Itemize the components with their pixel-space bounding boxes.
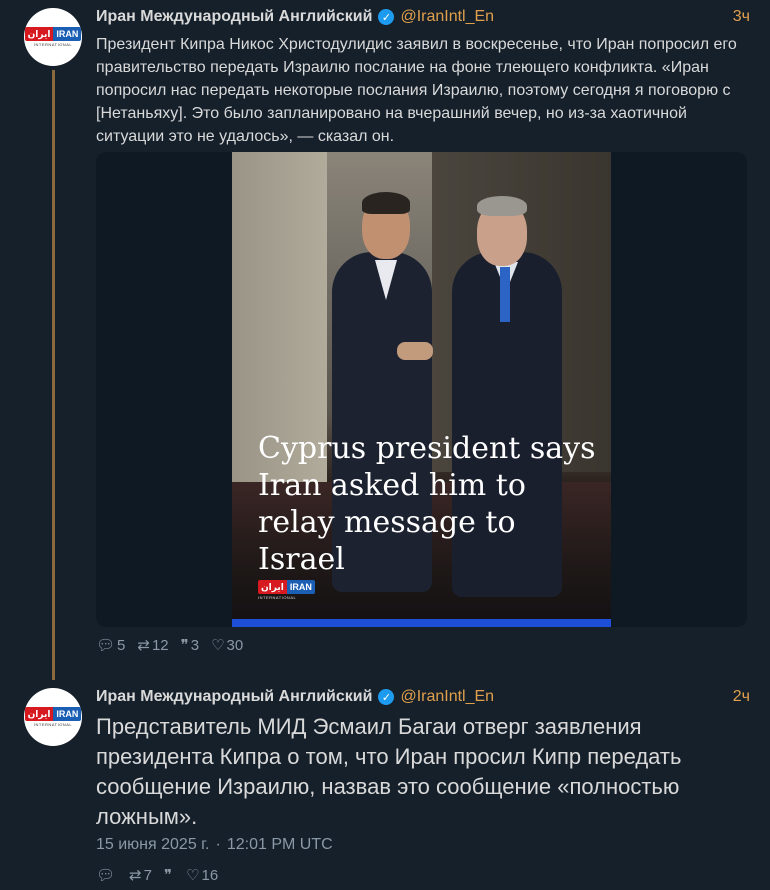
retweet-count: 7 bbox=[143, 866, 152, 884]
reply-button[interactable]: 💬︎ 5 bbox=[96, 636, 126, 655]
retweet-icon: ⇄ bbox=[137, 637, 150, 654]
tweet-date[interactable]: 15 июня 2025 г. · 12:01 PM UTC bbox=[96, 836, 333, 854]
author-handle[interactable]: @IranIntl_En bbox=[400, 688, 494, 706]
tweet-time-value: 12:01 PM UTC bbox=[226, 836, 333, 853]
iran-international-logo: ایران IRAN INTERNATIONAL bbox=[24, 707, 82, 727]
person-right-tie bbox=[500, 267, 510, 322]
quote-button[interactable]: ❞ bbox=[164, 866, 174, 884]
tweet-timestamp[interactable]: 3ч bbox=[733, 8, 750, 26]
media-accent-bar bbox=[232, 619, 611, 627]
tweet-text: Представитель МИД Эсмаил Багаи отверг за… bbox=[96, 714, 682, 829]
tweet-timestamp[interactable]: 2ч bbox=[733, 688, 750, 706]
person-left-hair bbox=[362, 192, 410, 214]
heart-icon: ♡ bbox=[186, 867, 200, 884]
quote-count: 3 bbox=[190, 636, 200, 654]
author-name[interactable]: Иран Международный Английский bbox=[96, 8, 372, 26]
tweet-header: Иран Международный Английский ✓ @IranInt… bbox=[96, 6, 750, 28]
like-button[interactable]: ♡ 30 bbox=[211, 636, 244, 655]
reply-count: 5 bbox=[117, 636, 126, 654]
author-handle[interactable]: @IranIntl_En bbox=[400, 8, 494, 26]
heart-icon: ♡ bbox=[211, 637, 225, 654]
like-button[interactable]: ♡ 16 bbox=[186, 866, 219, 885]
speech-bubble-icon: 💬︎ bbox=[96, 867, 116, 884]
like-count: 30 bbox=[226, 636, 244, 654]
tweet-date-value: 15 июня 2025 г. bbox=[96, 836, 210, 853]
speech-bubble-icon: 💬︎ bbox=[96, 637, 116, 654]
date-separator: · bbox=[215, 836, 221, 853]
verified-badge-icon: ✓ bbox=[378, 689, 395, 705]
media-headline: Cyprus president says Iran asked him to … bbox=[258, 431, 596, 577]
author-name[interactable]: Иран Международный Английский bbox=[96, 688, 372, 706]
tweet-header: Иран Международный Английский ✓ @IranInt… bbox=[96, 686, 750, 708]
handshake bbox=[397, 342, 433, 360]
tweet-media[interactable]: Cyprus president says Iran asked him to … bbox=[96, 152, 747, 627]
quote-icon: ❞ bbox=[180, 637, 189, 654]
tweet-actions: 💬︎ 5 ⇄ 12 ❞ 3 ♡ 30 bbox=[96, 636, 255, 655]
verified-badge-icon: ✓ bbox=[378, 9, 395, 25]
tweet-actions: 💬︎ ⇄ 7 ❞ ♡ 16 bbox=[96, 866, 230, 885]
person-right-hair bbox=[477, 196, 527, 216]
like-count: 16 bbox=[201, 866, 219, 884]
reply-button[interactable]: 💬︎ bbox=[96, 866, 117, 884]
media-logo: ایران IRAN INTERNATIONAL bbox=[258, 580, 315, 600]
quote-icon: ❞ bbox=[163, 867, 173, 884]
thread-connector-line bbox=[52, 70, 55, 680]
retweet-count: 12 bbox=[151, 636, 169, 654]
avatar[interactable]: ایران IRAN INTERNATIONAL bbox=[24, 8, 82, 66]
tweet-text: Президент Кипра Никос Христодулидис заяв… bbox=[96, 36, 737, 145]
quote-button[interactable]: ❞ 3 bbox=[180, 636, 200, 655]
news-photo[interactable]: Cyprus president says Iran asked him to … bbox=[232, 152, 611, 627]
retweet-button[interactable]: ⇄ 12 bbox=[137, 636, 169, 655]
retweet-button[interactable]: ⇄ 7 bbox=[129, 866, 152, 885]
iran-international-logo: ایران IRAN INTERNATIONAL bbox=[24, 27, 82, 47]
retweet-icon: ⇄ bbox=[129, 867, 142, 884]
avatar[interactable]: ایران IRAN INTERNATIONAL bbox=[24, 688, 82, 746]
